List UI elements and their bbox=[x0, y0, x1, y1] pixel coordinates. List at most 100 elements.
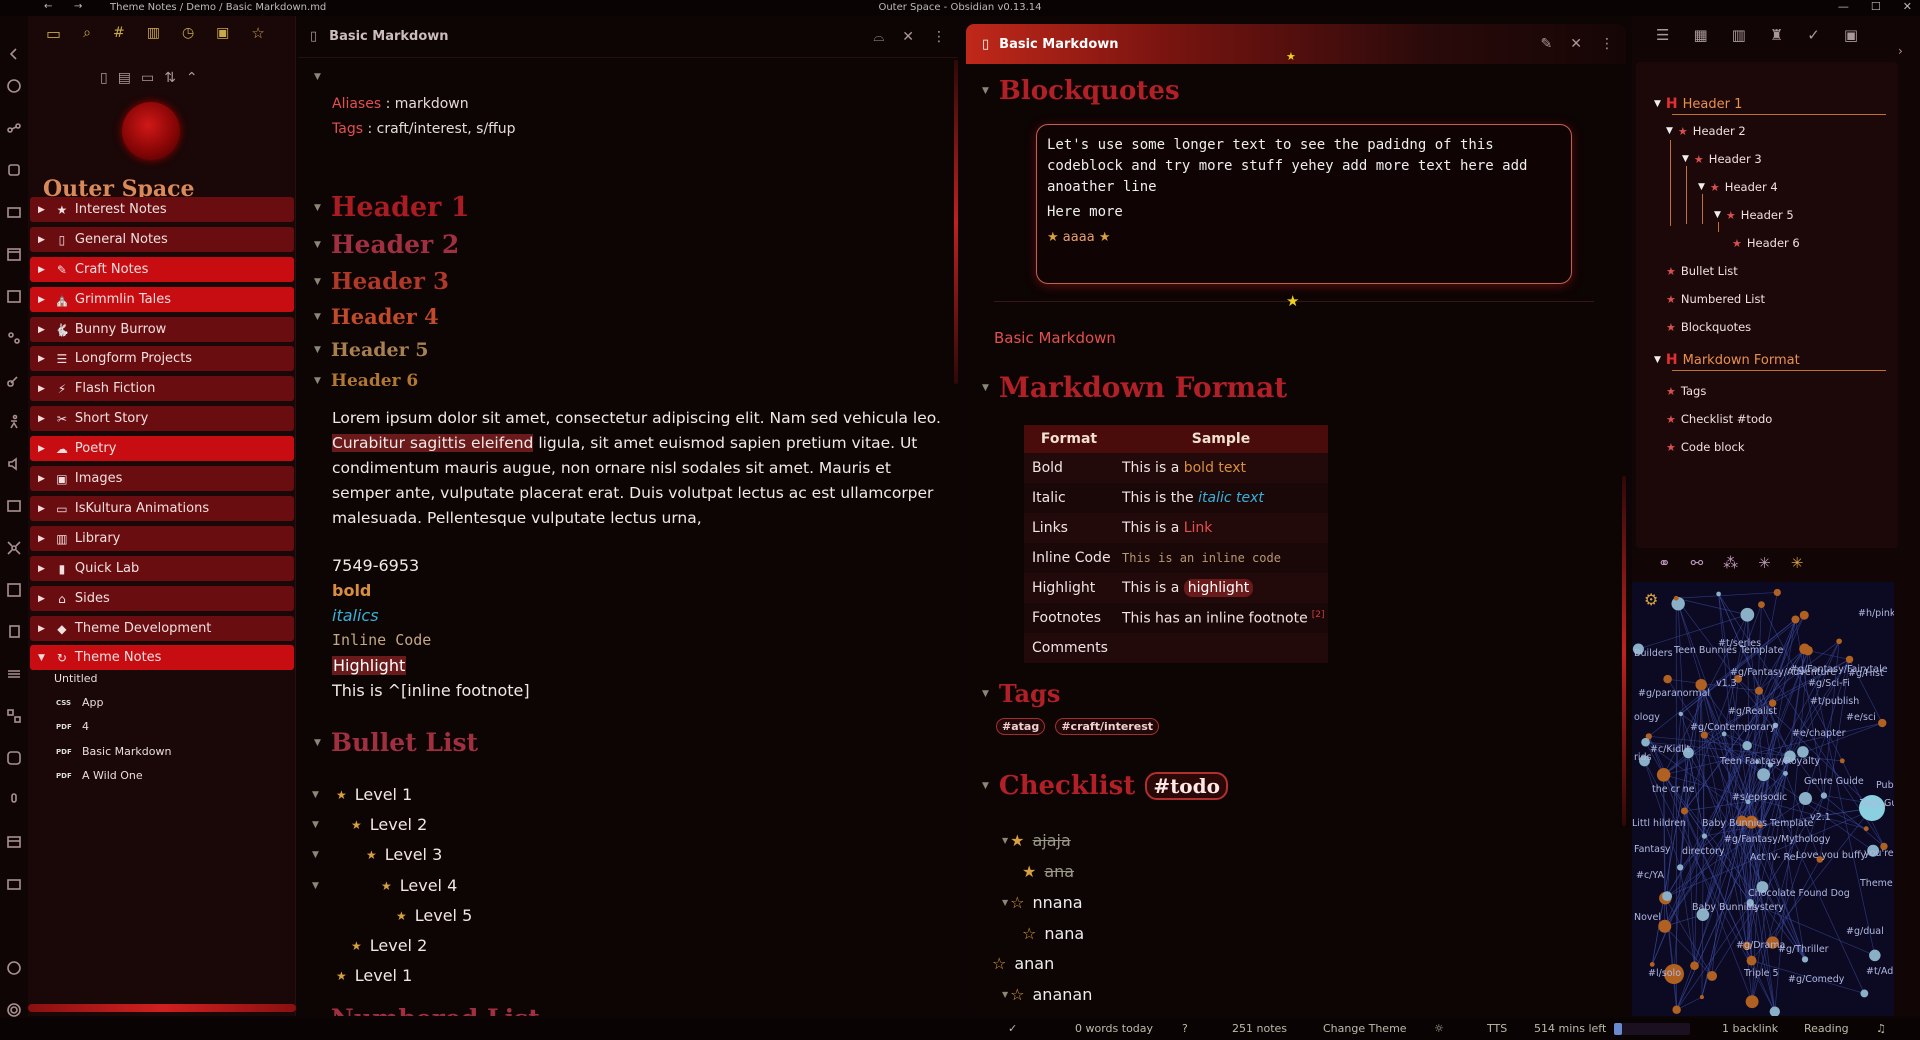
graph-node[interactable] bbox=[1757, 768, 1770, 782]
checklist-caret-icon[interactable]: ▼ bbox=[1002, 836, 1008, 845]
tag-pill-craft-interest[interactable]: #craft/interest bbox=[1055, 718, 1160, 735]
graph-node-label[interactable]: Pub bbox=[1876, 780, 1894, 791]
collapse-all-icon[interactable]: ⌃ bbox=[186, 70, 198, 86]
folder-item[interactable]: ▶ ⌂ Sides bbox=[30, 586, 294, 611]
more-options-icon[interactable]: ⋮ bbox=[932, 29, 946, 45]
graph-node-label[interactable]: #c/YA bbox=[1636, 870, 1664, 881]
basic-markdown-link[interactable]: Basic Markdown bbox=[994, 329, 1116, 347]
bell-icon[interactable]: ♫ bbox=[1876, 1022, 1886, 1035]
collapse-right-icon[interactable]: › bbox=[1898, 44, 1903, 58]
checklist-star-icon[interactable]: ☆ bbox=[992, 954, 1006, 973]
graph-node[interactable] bbox=[1798, 791, 1812, 806]
graph-node-label[interactable]: Tags Guid bbox=[1860, 798, 1894, 809]
run-tab-icon[interactable]: ♜ bbox=[1770, 26, 1783, 44]
graph-node[interactable] bbox=[1677, 864, 1684, 871]
graph-node-label[interactable]: Baby Bunnies Template bbox=[1702, 818, 1813, 829]
hash-icon[interactable]: # bbox=[113, 25, 125, 41]
run-icon[interactable] bbox=[6, 414, 22, 430]
graph-node[interactable] bbox=[1878, 718, 1887, 728]
search-icon[interactable]: ⌕ bbox=[83, 25, 91, 41]
settings-gear-icon[interactable] bbox=[6, 1002, 22, 1018]
graph-node[interactable] bbox=[1662, 891, 1673, 902]
checklist-item[interactable]: ☆ anan bbox=[992, 954, 1054, 973]
folder-caret-icon[interactable]: ▶ bbox=[38, 325, 45, 335]
new-folder-icon[interactable]: ▭ bbox=[141, 70, 154, 86]
graph-node[interactable] bbox=[1773, 588, 1781, 597]
checklist-star-icon[interactable]: ☆ bbox=[1010, 985, 1024, 1004]
graph-node-label[interactable]: #g/paranormal bbox=[1638, 688, 1710, 699]
graph-node-label[interactable]: #g/Sci-Fi bbox=[1808, 678, 1850, 689]
graph-node-label[interactable]: rids bbox=[1634, 752, 1652, 763]
link-icon[interactable] bbox=[6, 372, 22, 388]
outline-item[interactable]: ▼ H Header 1 bbox=[1654, 96, 1742, 112]
folder-item[interactable]: ▶ ⛪ Grimmlin Tales bbox=[30, 287, 294, 312]
nodes-icon[interactable] bbox=[6, 330, 22, 346]
graph-global-icon[interactable]: ✳ bbox=[1791, 554, 1804, 572]
more-options-right-icon[interactable]: ⋮ bbox=[1600, 36, 1614, 52]
graph-node[interactable] bbox=[1699, 995, 1704, 1000]
collapse-left-icon[interactable] bbox=[6, 46, 22, 62]
checklist-star-icon[interactable]: ★ bbox=[1010, 831, 1024, 850]
mic-icon[interactable] bbox=[6, 792, 22, 808]
graph-node[interactable] bbox=[1641, 737, 1650, 747]
folder-item[interactable]: ▶ ▮ Quick Lab bbox=[30, 556, 294, 581]
folder-caret-icon[interactable]: ▶ bbox=[38, 265, 45, 275]
graph-settings-icon[interactable]: ✳ bbox=[1758, 554, 1771, 572]
folder-caret-icon[interactable]: ▶ bbox=[38, 534, 45, 544]
close-pane-icon[interactable]: ✕ bbox=[902, 29, 914, 45]
outline-item[interactable]: ★ Code block bbox=[1666, 440, 1744, 454]
graph-node[interactable] bbox=[1716, 591, 1721, 597]
bullet-caret-icon[interactable]: ▼ bbox=[312, 790, 319, 800]
graph-node[interactable] bbox=[1863, 826, 1869, 832]
graph-node[interactable] bbox=[1707, 970, 1718, 981]
checklist-todo-tag[interactable]: #todo bbox=[1145, 772, 1228, 800]
graph-node[interactable] bbox=[1701, 833, 1708, 839]
close-window-button[interactable]: ✕ bbox=[1903, 0, 1912, 13]
graph-node[interactable] bbox=[1839, 758, 1845, 764]
graph-node-label[interactable]: #h/pink bbox=[1858, 608, 1894, 619]
graph-node-label[interactable]: v2.1 bbox=[1810, 812, 1831, 823]
graph-node[interactable] bbox=[1820, 792, 1828, 799]
folder-caret-icon[interactable]: ▶ bbox=[38, 205, 45, 215]
folder-item[interactable]: ▶ 🐇 Bunny Burrow bbox=[30, 317, 294, 342]
graph-node[interactable] bbox=[1663, 674, 1672, 684]
folder-item[interactable]: ▶ ✎ Craft Notes bbox=[30, 257, 294, 282]
book-icon[interactable]: ▥ bbox=[147, 25, 160, 41]
folder-item[interactable]: ▶ ☁ Poetry bbox=[30, 436, 294, 461]
graph-node-label[interactable]: Chocolate Found Dog bbox=[1748, 888, 1850, 899]
graph-node[interactable] bbox=[1801, 956, 1809, 963]
dice-icon[interactable] bbox=[6, 162, 22, 178]
sun-icon[interactable]: ☼ bbox=[1434, 1022, 1444, 1035]
copy-icon[interactable] bbox=[6, 624, 22, 640]
grid-icon[interactable] bbox=[6, 708, 22, 724]
graph-node-label[interactable]: Genre Guide bbox=[1804, 776, 1864, 787]
folder-caret-icon[interactable]: ▶ bbox=[38, 354, 45, 364]
folder-caret-icon[interactable]: ▼ bbox=[38, 653, 45, 663]
graph-node-label[interactable]: #l/solo bbox=[1648, 968, 1681, 979]
graph-node[interactable] bbox=[1740, 607, 1755, 622]
graph-node-label[interactable]: you're r bbox=[1864, 848, 1894, 859]
change-theme-button[interactable]: Change Theme bbox=[1323, 1022, 1407, 1035]
bullet-caret-icon[interactable]: ▼ bbox=[312, 881, 319, 891]
left-pane-scrollbar[interactable] bbox=[954, 60, 958, 384]
graph-node[interactable] bbox=[1783, 770, 1788, 776]
calendar-check-icon[interactable]: ▣ bbox=[216, 25, 229, 41]
stats-icon[interactable]: ▥ bbox=[1732, 26, 1746, 44]
sample-value[interactable]: Link bbox=[1184, 520, 1213, 536]
graph-node-label[interactable]: #g/Contemporary bbox=[1690, 722, 1776, 733]
graph-node[interactable] bbox=[1758, 601, 1765, 608]
outline-caret-icon[interactable]: ▼ bbox=[1654, 99, 1661, 109]
outline-item[interactable]: ▼ ★ Header 4 bbox=[1698, 180, 1778, 194]
graph-node[interactable] bbox=[1755, 686, 1764, 695]
bullet-caret-icon[interactable]: ▼ bbox=[312, 850, 319, 860]
graph-node[interactable] bbox=[1742, 741, 1752, 751]
folder-item[interactable]: ▶ ☰ Longform Projects bbox=[30, 346, 294, 371]
graph-node-label[interactable]: Mystery bbox=[1746, 902, 1784, 913]
graph-view[interactable]: ⚙ #h/pink #t/series Teen Bunnies Template B… bbox=[1632, 582, 1894, 1016]
new-note-icon[interactable]: ▯ bbox=[100, 70, 108, 86]
folder-caret-icon[interactable]: ▶ bbox=[38, 594, 45, 604]
sort-icon[interactable]: ⇅ bbox=[164, 70, 176, 86]
outline-item[interactable]: ▼ ★ Header 5 bbox=[1714, 208, 1794, 222]
graph-node-label[interactable]: #g/Thriller bbox=[1778, 944, 1829, 955]
checklist-caret-icon[interactable]: ▼ bbox=[1002, 990, 1008, 999]
